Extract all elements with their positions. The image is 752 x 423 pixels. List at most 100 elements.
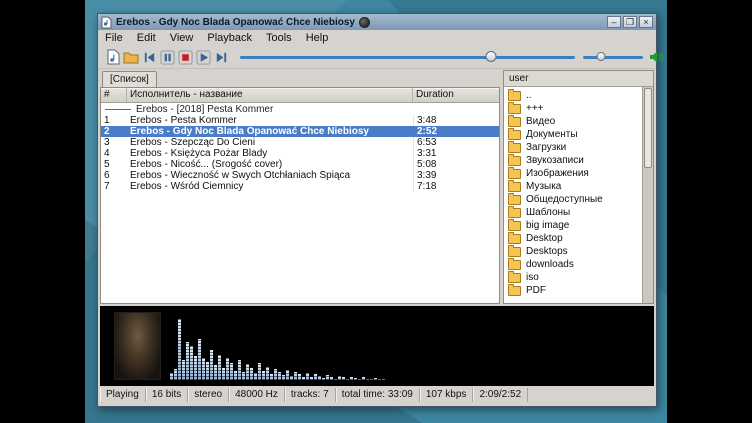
status-cell: 16 bits xyxy=(146,388,188,402)
track-title: Erebos - Pesta Kommer xyxy=(127,115,413,126)
volume-handle[interactable] xyxy=(597,52,606,61)
spectrum-bar xyxy=(238,360,241,380)
spectrum-bar xyxy=(382,379,385,380)
spectrum-bar xyxy=(246,364,249,380)
playlist-row[interactable]: 7 Erebos - Wśród Ciemnicy 7:18 xyxy=(101,181,499,192)
spectrum-bar xyxy=(286,370,289,380)
menu-edit[interactable]: Edit xyxy=(130,30,163,46)
seek-track[interactable] xyxy=(240,56,575,59)
folder-item[interactable]: Desktop xyxy=(504,232,643,245)
track-duration: 3:31 xyxy=(413,148,499,159)
column-header-number[interactable]: # xyxy=(101,88,127,102)
menu-playback[interactable]: Playback xyxy=(200,30,259,46)
scrollbar-thumb[interactable] xyxy=(644,88,652,168)
spectrum-bar xyxy=(306,373,309,380)
playlist-row[interactable]: 2 Erebos - Gdy Noc Blada Opanować Chce N… xyxy=(101,126,499,137)
status-cell: stereo xyxy=(188,388,229,402)
folder-icon xyxy=(508,143,521,153)
folder-item[interactable]: Изображения xyxy=(504,167,643,180)
folder-item[interactable]: downloads xyxy=(504,258,643,271)
track-title: Erebos - Księżyca Pożar Blady xyxy=(127,148,413,159)
spectrum-bar xyxy=(258,363,261,380)
file-browser-scrollbar[interactable] xyxy=(642,87,653,303)
folder-item[interactable]: Desktops xyxy=(504,245,643,258)
spectrum-bar xyxy=(242,372,245,380)
folder-item[interactable]: PDF xyxy=(504,284,643,297)
playlist-row[interactable]: 1 Erebos - Pesta Kommer 3:48 xyxy=(101,115,499,126)
spectrum-bar xyxy=(206,362,209,380)
column-header-title[interactable]: Исполнитель - название xyxy=(127,88,413,102)
folder-icon xyxy=(508,182,521,192)
volume-track[interactable] xyxy=(583,56,643,59)
seek-slider[interactable] xyxy=(240,49,575,65)
folder-label: Шаблоны xyxy=(526,207,570,218)
spectrum-bar xyxy=(230,363,233,380)
folder-icon xyxy=(508,91,521,101)
spectrum-bar xyxy=(218,355,221,380)
folder-icon xyxy=(508,273,521,283)
folder-label: Загрузки xyxy=(526,142,566,153)
folder-item[interactable]: Музыка xyxy=(504,180,643,193)
folder-label: downloads xyxy=(526,259,574,270)
track-number: 6 xyxy=(101,170,127,181)
menu-help[interactable]: Help xyxy=(299,30,336,46)
column-header-duration[interactable]: Duration xyxy=(413,88,499,102)
next-button[interactable] xyxy=(212,48,230,66)
file-browser-path[interactable]: user xyxy=(504,71,653,87)
playlist-row[interactable]: 6 Erebos - Wieczność w Swych Otchłaniach… xyxy=(101,170,499,181)
pause-button[interactable] xyxy=(158,48,176,66)
track-title: Erebos - Wieczność w Swych Otchłaniach Ś… xyxy=(127,170,413,181)
spectrum-bar xyxy=(318,376,321,380)
album-group-row[interactable]: Erebos - [2018] Pesta Kommer xyxy=(101,103,499,115)
folder-item[interactable]: .. xyxy=(504,89,643,102)
track-number: 4 xyxy=(101,148,127,159)
spectrum-bar xyxy=(346,379,349,380)
folder-item[interactable]: Звукозаписи xyxy=(504,154,643,167)
spectrum-bar xyxy=(282,375,285,380)
toolbar xyxy=(98,46,656,69)
seek-handle[interactable] xyxy=(486,51,497,62)
spectrum-bars xyxy=(170,312,385,380)
volume-slider[interactable] xyxy=(583,49,643,65)
minimize-button[interactable]: – xyxy=(607,16,621,28)
playlist-row[interactable]: 4 Erebos - Księżyca Pożar Blady 3:31 xyxy=(101,148,499,159)
folder-icon xyxy=(508,234,521,244)
playlist-tab[interactable]: [Список] xyxy=(102,71,157,87)
folder-item[interactable]: iso xyxy=(504,271,643,284)
track-duration: 6:53 xyxy=(413,137,499,148)
folder-item[interactable]: Шаблоны xyxy=(504,206,643,219)
spectrum-bar xyxy=(274,369,277,380)
folder-item[interactable]: +++ xyxy=(504,102,643,115)
status-cell: 2:09/2:52 xyxy=(473,388,528,402)
stop-icon xyxy=(178,50,193,65)
maximize-button[interactable]: ❐ xyxy=(623,16,637,28)
playlist-row[interactable]: 5 Erebos - Nicość... (Srogość cover) 5:0… xyxy=(101,159,499,170)
track-duration: 5:08 xyxy=(413,159,499,170)
spectrum-bar xyxy=(338,376,341,380)
track-number: 5 xyxy=(101,159,127,170)
track-title: Erebos - Gdy Noc Blada Opanować Chce Nie… xyxy=(127,126,413,137)
open-file-button[interactable] xyxy=(104,48,122,66)
titlebar[interactable]: Erebos - Gdy Noc Blada Opanować Chce Nie… xyxy=(98,14,656,30)
menu-tools[interactable]: Tools xyxy=(259,30,299,46)
folder-item[interactable]: Видео xyxy=(504,115,643,128)
menu-file[interactable]: File xyxy=(98,30,130,46)
play-button[interactable] xyxy=(194,48,212,66)
playlist-row[interactable]: 3 Erebos - Szepcząc Do Cieni 6:53 xyxy=(101,137,499,148)
folder-item[interactable]: Общедоступные xyxy=(504,193,643,206)
menu-view[interactable]: View xyxy=(163,30,201,46)
spectrum-visualizer xyxy=(100,306,654,386)
add-folder-button[interactable] xyxy=(122,48,140,66)
close-button[interactable]: × xyxy=(639,16,653,28)
folder-label: Документы xyxy=(526,129,578,140)
folder-item[interactable]: Загрузки xyxy=(504,141,643,154)
spectrum-bar xyxy=(182,360,185,380)
previous-button[interactable] xyxy=(140,48,158,66)
folder-item[interactable]: Документы xyxy=(504,128,643,141)
spectrum-bar xyxy=(370,379,373,380)
folder-item[interactable]: big image xyxy=(504,219,643,232)
stop-button[interactable] xyxy=(176,48,194,66)
track-duration: 3:48 xyxy=(413,115,499,126)
folder-icon xyxy=(508,286,521,296)
speaker-icon xyxy=(649,50,664,64)
